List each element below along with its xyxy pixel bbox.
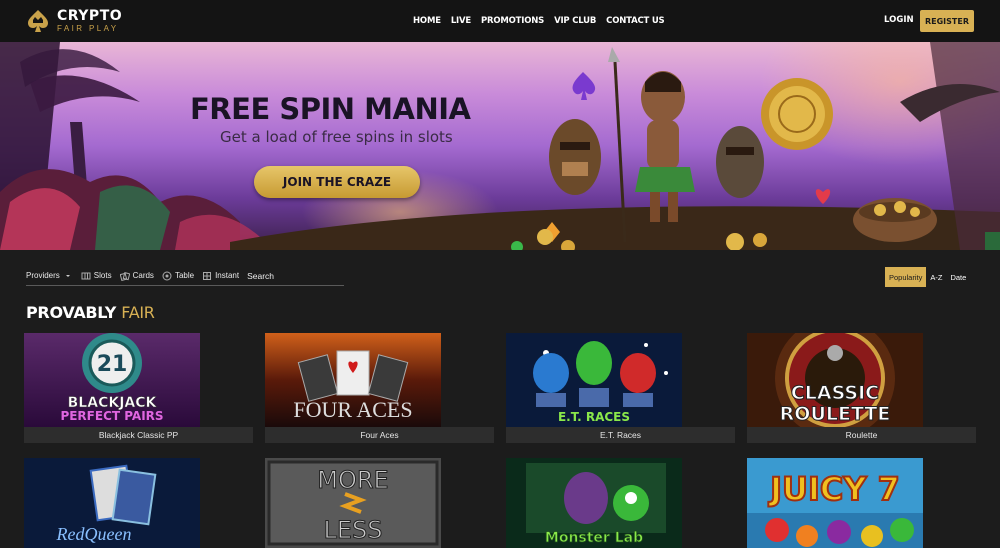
filter-slots-label: Slots [93, 271, 112, 280]
game-art-classic: CLASSIC [791, 382, 879, 404]
section-title: PROVABLY FAIR [26, 303, 155, 322]
filter-table[interactable]: Table [162, 271, 194, 281]
blackjack-thumbnail: 21 BLACKJACK PERFECT PAIRS [24, 333, 200, 427]
roulette-thumbnail: CLASSIC ROULETTE [747, 333, 923, 427]
nav-vip-club[interactable]: VIP CLUB [554, 16, 596, 26]
game-art-red-queen: RedQueen [56, 524, 132, 544]
et-races-thumbnail: E.T. RACES [506, 333, 682, 427]
slots-icon [81, 272, 91, 279]
nav-promotions[interactable]: PROMOTIONS [481, 16, 544, 26]
cards-icon [119, 271, 130, 281]
register-button[interactable]: REGISTER [920, 10, 974, 32]
game-art-juicy-7: JUICY 7 [768, 470, 900, 508]
section-title-accent: FAIR [121, 303, 155, 322]
join-the-craze-button[interactable]: JOIN THE CRAZE [254, 166, 420, 198]
search-input[interactable]: Search [247, 271, 274, 281]
top-header: CRYPTO FAIR PLAY HOME LIVE PROMOTIONS VI… [0, 0, 1000, 42]
red-queen-thumbnail: RedQueen [24, 458, 200, 548]
section-title-main: PROVABLY [26, 303, 116, 322]
roulette-table-icon [162, 271, 172, 280]
login-link[interactable]: LOGIN [884, 15, 914, 25]
game-card-more-less[interactable]: MORE LESS [265, 458, 494, 548]
site-logo[interactable]: CRYPTO FAIR PLAY [24, 7, 122, 35]
nav-home[interactable]: HOME [413, 16, 441, 26]
game-art-less: LESS [323, 516, 382, 544]
game-art-more: MORE [317, 466, 388, 494]
game-art-perfect-pairs: PERFECT PAIRS [60, 409, 163, 423]
sort-a-z[interactable]: A-Z [926, 267, 946, 287]
game-card-juicy-7[interactable]: JUICY 7 [747, 458, 976, 548]
sort-options: Popularity A-Z Date [885, 267, 970, 287]
four-aces-thumbnail: FOUR ACES [265, 333, 441, 427]
nav-contact-us[interactable]: CONTACT US [606, 16, 665, 26]
monster-lab-thumbnail: Monster Lab [506, 458, 682, 548]
filter-cards[interactable]: Cards [119, 271, 154, 281]
game-card-red-queen[interactable]: RedQueen [24, 458, 253, 548]
banner-subtitle: Get a load of free spins in slots [220, 128, 453, 146]
banner-title: FREE SPIN MANIA [190, 92, 471, 126]
search-placeholder: Search [247, 270, 275, 281]
filter-instant[interactable]: Instant [202, 271, 239, 281]
main-nav: HOME LIVE PROMOTIONS VIP CLUB CONTACT US [413, 0, 665, 42]
game-card-roulette[interactable]: CLASSIC ROULETTE Roulette [747, 333, 976, 445]
banner-artwork [0, 42, 1000, 250]
logo-subtitle: FAIR PLAY [57, 24, 119, 33]
chevron-down-icon [65, 274, 70, 277]
game-art-four-aces: FOUR ACES [293, 397, 412, 422]
game-title: E.T. Races [506, 427, 735, 443]
providers-label: Providers [26, 271, 60, 280]
game-title: Roulette [747, 427, 976, 443]
filter-table-label: Table [174, 271, 195, 280]
game-card-et-races[interactable]: E.T. RACES E.T. Races [506, 333, 735, 445]
game-card-blackjack-classic-pp[interactable]: 21 BLACKJACK PERFECT PAIRS Blackjack Cla… [24, 333, 253, 445]
filter-instant-label: Instant [215, 271, 240, 280]
game-art-et-races: E.T. RACES [558, 410, 630, 424]
game-art-21: 21 [97, 352, 128, 377]
game-art-monster-lab: Monster Lab [545, 530, 643, 546]
nav-live[interactable]: LIVE [451, 16, 471, 26]
providers-dropdown[interactable]: Providers [26, 271, 73, 281]
instant-game-icon [203, 271, 212, 280]
game-title: Blackjack Classic PP [24, 427, 253, 443]
filter-slots[interactable]: Slots [81, 271, 112, 281]
filter-cards-label: Cards [132, 271, 154, 280]
game-title: Four Aces [265, 427, 494, 443]
promo-banner[interactable]: FREE SPIN MANIA Get a load of free spins… [0, 42, 1000, 250]
sort-popularity[interactable]: Popularity [885, 267, 927, 287]
game-card-monster-lab[interactable]: Monster Lab [506, 458, 735, 548]
juicy-7-thumbnail: JUICY 7 [747, 458, 923, 548]
more-less-thumbnail: MORE LESS [265, 458, 441, 548]
game-filter-bar: Providers Slots Cards Table Instant Sear… [26, 266, 344, 286]
game-card-four-aces[interactable]: FOUR ACES Four Aces [265, 333, 494, 445]
logo-title: CRYPTO [57, 8, 123, 24]
spade-crown-logo-icon [28, 10, 48, 32]
sort-date[interactable]: Date [946, 267, 970, 287]
game-art-roulette: ROULETTE [780, 403, 891, 425]
